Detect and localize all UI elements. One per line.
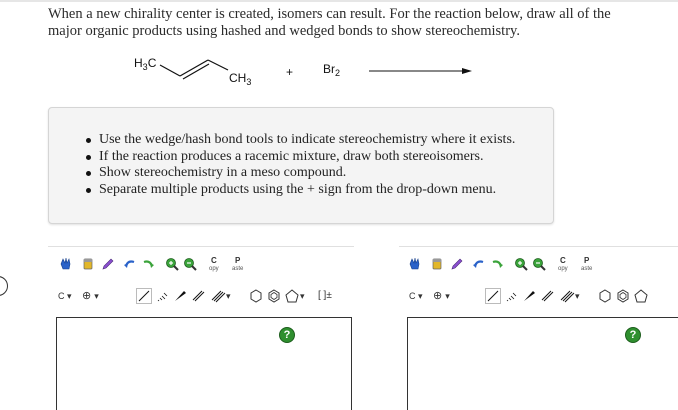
benzene-ring-icon[interactable]: [613, 283, 633, 309]
triple-bond-icon[interactable]: [557, 283, 577, 309]
redo-icon[interactable]: [138, 251, 158, 277]
pencil-icon[interactable]: [98, 251, 118, 277]
reactant-right-label: CH3: [229, 71, 251, 87]
instruction-item: Use the wedge/hash bond tools to indicat…: [86, 132, 553, 149]
hash-bond-icon[interactable]: [501, 283, 521, 309]
chevron-down-icon[interactable]: ▾: [575, 291, 580, 302]
wedge-bond-icon[interactable]: [519, 283, 539, 309]
instruction-item: If the reaction produces a racemic mixtu…: [86, 149, 553, 166]
element-label: C: [409, 291, 416, 301]
pencil-icon[interactable]: [447, 251, 467, 277]
reaction-arrow: [369, 68, 472, 74]
single-bond-icon[interactable]: [483, 283, 503, 309]
paste-sub: aste: [581, 266, 593, 272]
editor-toolbar-bonds: C ▾ ⊕ ▾ ▾ ▾ [ ]±: [48, 283, 354, 313]
instructions-list: Use the wedge/hash bond tools to indicat…: [49, 108, 553, 198]
chevron-down-icon: ▾: [445, 291, 450, 301]
chevron-down-icon: ▾: [418, 291, 423, 301]
bracket-tool[interactable]: [ ]±: [318, 290, 332, 301]
triple-bond-icon[interactable]: [208, 283, 228, 309]
paste-icon[interactable]: P aste: [228, 251, 248, 277]
chevron-down-icon: ▾: [94, 291, 99, 301]
double-bond-icon[interactable]: [537, 283, 557, 309]
chevron-down-icon: ▾: [67, 291, 72, 301]
copy-sub: opy: [558, 266, 568, 272]
zoom-out-icon[interactable]: [180, 251, 200, 277]
copy-icon[interactable]: C opy: [204, 251, 224, 277]
hash-bond-icon[interactable]: [152, 283, 172, 309]
side-tab-circle[interactable]: [0, 276, 8, 296]
double-bond-icon[interactable]: [188, 283, 208, 309]
charge-selector[interactable]: ⊕ ▾: [82, 289, 99, 302]
copy-label: C: [211, 256, 217, 265]
hand-icon[interactable]: [56, 251, 76, 277]
cyclopentane-ring-icon[interactable]: [282, 283, 302, 309]
element-selector[interactable]: C ▾: [58, 291, 72, 302]
help-icon[interactable]: ?: [279, 327, 295, 343]
copy-sub: opy: [209, 266, 219, 272]
alkene-skeleton: [159, 59, 229, 80]
charge-plus-icon: ⊕: [82, 290, 92, 302]
plus-sign: +: [286, 65, 293, 79]
undo-icon[interactable]: [469, 251, 489, 277]
cyclohexane-ring-icon[interactable]: [595, 283, 615, 309]
charge-selector[interactable]: ⊕ ▾: [433, 289, 450, 302]
help-icon[interactable]: ?: [625, 327, 641, 343]
element-label: C: [58, 291, 65, 301]
editor-toolbar-bonds: C ▾ ⊕ ▾ ▾: [399, 283, 678, 313]
editor-toolbar-top: C opy P aste: [399, 251, 678, 281]
instruction-item: Separate multiple products using the + s…: [86, 182, 553, 199]
hand-icon[interactable]: [405, 251, 425, 277]
instructions-panel: Use the wedge/hash bond tools to indicat…: [48, 107, 554, 224]
eraser-icon[interactable]: [427, 251, 447, 277]
paste-sub: aste: [232, 266, 244, 272]
cyclohexane-ring-icon[interactable]: [246, 283, 266, 309]
instruction-item: Show stereochemistry in a meso compound.: [86, 165, 553, 182]
editor-toolbar-top: C opy P aste: [48, 251, 354, 281]
copy-icon[interactable]: C opy: [553, 251, 573, 277]
single-bond-icon[interactable]: [134, 283, 154, 309]
reactant-left-label: H3C: [134, 56, 157, 72]
redo-icon[interactable]: [487, 251, 507, 277]
reaction-scheme: H3C CH3 + Br2: [134, 56, 472, 87]
drawing-editor-left: C opy P aste C ▾ ⊕ ▾ ▾ ▾ []± ?: [48, 246, 354, 410]
paste-label: P: [235, 256, 241, 265]
paste-label: P: [584, 256, 590, 265]
eraser-icon[interactable]: [78, 251, 98, 277]
copy-label: C: [560, 256, 566, 265]
drawing-canvas-left[interactable]: [56, 317, 352, 410]
chevron-down-icon[interactable]: ▾: [226, 291, 231, 302]
paste-icon[interactable]: P aste: [577, 251, 597, 277]
wedge-bond-icon[interactable]: [170, 283, 190, 309]
drawing-editor-right: C opy P aste C ▾ ⊕ ▾ ▾ ?: [399, 246, 678, 410]
charge-plus-icon: ⊕: [433, 290, 443, 302]
zoom-in-icon[interactable]: [511, 251, 531, 277]
undo-icon[interactable]: [120, 251, 140, 277]
zoom-out-icon[interactable]: [529, 251, 549, 277]
reagent-label: Br2: [323, 62, 340, 78]
chevron-down-icon[interactable]: ▾: [300, 291, 305, 302]
benzene-ring-icon[interactable]: [264, 283, 284, 309]
zoom-in-icon[interactable]: [162, 251, 182, 277]
element-selector[interactable]: C ▾: [409, 291, 423, 302]
cyclopentane-ring-icon[interactable]: [631, 283, 651, 309]
